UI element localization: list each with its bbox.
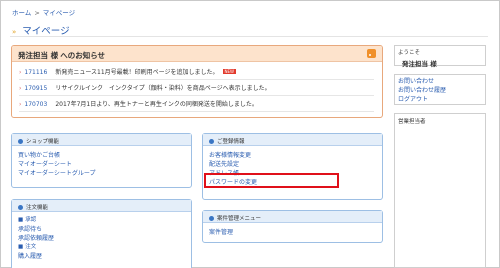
- breadcrumb-current: マイページ: [42, 9, 76, 17]
- breadcrumb: ホーム > マイページ: [12, 7, 75, 17]
- registration-panel-header: ご登録情報: [203, 134, 382, 146]
- news-date: 170915: [24, 85, 48, 92]
- order-section-label: 注文: [25, 244, 37, 250]
- welcome-box: ようこそ 発注担当 様: [394, 45, 486, 68]
- news-date: 170703: [24, 101, 48, 108]
- bullet-icon: [18, 138, 23, 144]
- welcome-label: ようこそ: [398, 50, 421, 56]
- breadcrumb-separator: >: [34, 9, 40, 17]
- news-item[interactable]: › 170703 2017年7月1日より、再生トナーと再生インクの同梱発送を開始しま…: [19, 99, 374, 112]
- order-panel-header: 注文機能: [12, 200, 191, 212]
- bullet-icon: [18, 204, 23, 210]
- contact-link[interactable]: お問い合わせ: [398, 77, 482, 86]
- my-order-sheet-link[interactable]: マイオーダーシート: [18, 160, 191, 169]
- rss-icon[interactable]: [367, 49, 376, 58]
- news-date: 171116: [24, 69, 48, 76]
- approval-section: ■ 承認: [18, 216, 191, 225]
- address-book-highlight: [204, 173, 339, 188]
- bullet-icon: [209, 138, 214, 144]
- shop-panel: ショップ機能 買い物かご台帳 マイオーダーシート マイオーダーシートグループ: [11, 133, 192, 188]
- account-links: お問い合わせ お問い合わせ履歴 ログアウト: [394, 74, 486, 105]
- order-panel-title: 注文機能: [26, 205, 49, 211]
- news-item[interactable]: › 171116 新発売ニュース11月号最載！印刷用ページを追加しました。 NEW: [19, 67, 374, 80]
- sales-rep-box: 営業担当者: [394, 113, 486, 268]
- title-divider: [10, 36, 488, 37]
- square-bullet-icon: ■: [18, 217, 24, 223]
- sales-rep-label: 営業担当者: [398, 119, 426, 125]
- registration-panel: ご登録情報 お客様情報変更 配送先設定 アドレス帳 パスワードの変更: [202, 133, 383, 200]
- registration-panel-title: ご登録情報: [217, 139, 245, 145]
- logout-link[interactable]: ログアウト: [398, 95, 482, 104]
- breadcrumb-home-link[interactable]: ホーム: [12, 9, 31, 17]
- my-order-sheet-group-link[interactable]: マイオーダーシートグループ: [18, 169, 191, 178]
- arrow-right-icon: ›: [19, 85, 22, 92]
- approval-request-history-link[interactable]: 承認依頼履歴: [18, 234, 191, 243]
- order-panel: 注文機能 ■ 承認 承認待ち 承認依頼履歴 ■ 注文 購入履歴: [11, 199, 192, 268]
- square-bullet-icon: ■: [18, 244, 24, 250]
- case-panel-header: 案件管理メニュー: [203, 211, 382, 223]
- arrow-right-icon: ›: [19, 69, 22, 76]
- new-badge: NEW: [222, 69, 237, 74]
- news-box: 発注担当 様 へのお知らせ › 171116 新発売ニュース11月号最載！印刷用ペー…: [11, 45, 383, 118]
- order-section: ■ 注文: [18, 243, 191, 252]
- welcome-user: 発注担当 様: [402, 60, 437, 68]
- case-management-link[interactable]: 案件管理: [209, 228, 382, 237]
- bullet-icon: [209, 215, 214, 221]
- case-panel-title: 案件管理メニュー: [217, 216, 262, 222]
- news-header-title: へのお知らせ: [60, 51, 106, 60]
- approval-pending-link[interactable]: 承認待ち: [18, 225, 191, 234]
- chevron-right-icon: »: [12, 28, 17, 36]
- customer-info-link[interactable]: お客様情報変更: [209, 151, 382, 160]
- cart-ledger-link[interactable]: 買い物かご台帳: [18, 151, 191, 160]
- approval-section-label: 承認: [25, 217, 37, 223]
- news-header: 発注担当 様 へのお知らせ: [12, 46, 382, 62]
- purchase-history-link[interactable]: 購入履歴: [18, 252, 191, 261]
- news-text: 新発売ニュース11月号最載！印刷用ページを追加しました。: [55, 69, 219, 76]
- case-panel: 案件管理メニュー 案件管理: [202, 210, 383, 243]
- news-item[interactable]: › 170915 リサイクルインク インクタイプ（顔料・染料）を商品ページへ表示しま…: [19, 83, 374, 96]
- contact-history-link[interactable]: お問い合わせ履歴: [398, 86, 482, 95]
- page-title: » マイページ: [12, 23, 70, 37]
- news-header-user: 発注担当 様: [18, 51, 59, 60]
- shop-panel-title: ショップ機能: [26, 139, 60, 145]
- arrow-right-icon: ›: [19, 101, 22, 108]
- news-text: リサイクルインク インクタイプ（顔料・染料）を商品ページへ表示しました。: [55, 85, 271, 92]
- delivery-settings-link[interactable]: 配送先設定: [209, 160, 382, 169]
- shop-panel-header: ショップ機能: [12, 134, 191, 146]
- news-text: 2017年7月1日より、再生トナーと再生インクの同梱発送を開始しました。: [55, 101, 258, 108]
